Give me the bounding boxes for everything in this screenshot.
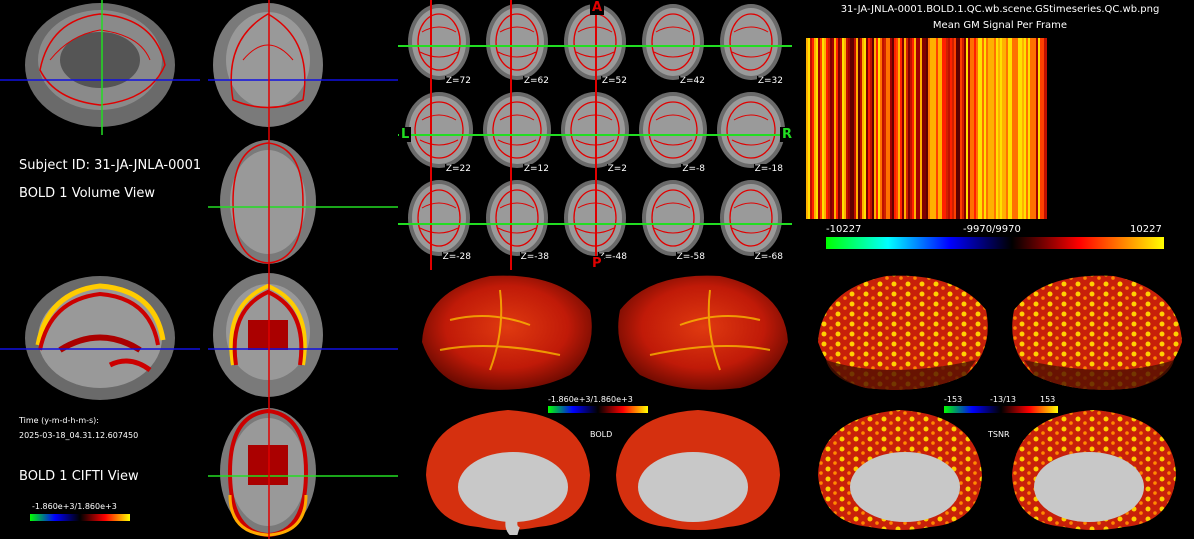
coronal-cifti-slice[interactable] [208, 270, 398, 405]
bold-medial-right-surface[interactable] [608, 405, 788, 535]
axial-tile-image [408, 4, 470, 80]
axial-tile[interactable]: Z=-38 [480, 178, 554, 262]
tsnr-medial-right-surface[interactable] [1004, 405, 1184, 535]
axial-tile-image [486, 180, 548, 256]
carpet-stripe [1044, 38, 1047, 219]
axial-tile[interactable]: Z=-58 [636, 178, 710, 262]
montage-crosshair-h1 [398, 45, 792, 47]
carpet-subtitle: Mean GM Signal Per Frame [932, 20, 1068, 31]
axial-z-label: Z=-38 [519, 252, 550, 262]
orient-posterior: P [590, 256, 604, 271]
time-value: 2025-03-18_04.31.12.607450 [19, 431, 139, 440]
tsnr-colorbar [944, 406, 1058, 413]
axial-tile-image [639, 92, 707, 168]
axial-z-label: Z=-58 [675, 252, 706, 262]
axial-z-label: Z=42 [678, 76, 706, 86]
axial-tile[interactable]: Z=-8 [636, 90, 710, 174]
axial-tile[interactable]: Z=62 [480, 2, 554, 86]
tsnr-label: TSNR [988, 430, 1010, 439]
orient-anterior: A [590, 0, 605, 15]
subject-id-label: Subject ID: 31-JA-JNLA-0001 [19, 158, 202, 173]
axial-tile-image [642, 180, 704, 256]
axial-slice-left[interactable] [208, 135, 398, 270]
time-label: Time (y-m-d-h-m-s): [19, 416, 99, 425]
axial-z-label: Z=-18 [753, 164, 784, 174]
axial-tile[interactable]: Z=12 [480, 90, 554, 174]
tsnr-max-label: 153 [1040, 395, 1056, 404]
bold-lateral-right-surface[interactable] [610, 270, 800, 400]
axial-z-label: Z=-8 [681, 164, 706, 174]
bold-colorbar-text: -1.860e+3/1.860e+3 [548, 395, 633, 404]
orient-left: L [399, 127, 412, 142]
coronal-slice-top[interactable] [208, 0, 398, 135]
axial-tile-image [720, 4, 782, 80]
axial-tile-image [486, 4, 548, 80]
axial-tile-image [717, 92, 785, 168]
bold-label: BOLD [590, 430, 613, 439]
axial-tile-image [483, 92, 551, 168]
orient-right: R [780, 127, 795, 142]
axial-tile-image [408, 180, 470, 256]
axial-z-label: Z=-68 [753, 252, 784, 262]
axial-tile[interactable]: Z=22 [402, 90, 476, 174]
axial-z-label: Z=72 [444, 76, 472, 86]
tsnr-mid-label: -13/13 [990, 395, 1016, 404]
axial-tile[interactable]: Z=42 [636, 2, 710, 86]
axial-tile[interactable]: Z=32 [714, 2, 788, 86]
carpet-colorbar [826, 237, 1164, 249]
carpet-title: 31-JA-JNLA-0001.BOLD.1.QC.wb.scene.GStim… [840, 4, 1160, 15]
montage-crosshair-h3 [398, 223, 792, 225]
bold-colorbar [548, 406, 648, 413]
cifti-view-label: BOLD 1 CIFTI View [19, 469, 139, 484]
cifti-colorbar-text: -1.860e+3/1.860e+3 [32, 502, 117, 511]
carpet-min-label: -10227 [826, 224, 862, 235]
axial-z-label: Z=22 [444, 164, 472, 174]
carpet-mid-label: -9970/9970 [963, 224, 1021, 235]
sagittal-cifti-slice[interactable] [0, 270, 200, 405]
carpet-max-label: 10227 [1130, 224, 1162, 235]
sagittal-slice-top[interactable] [0, 0, 200, 135]
axial-tile-image [720, 180, 782, 256]
axial-tile-image [642, 4, 704, 80]
axial-tile[interactable]: Z=-68 [714, 178, 788, 262]
axial-z-label: Z=-28 [441, 252, 472, 262]
axial-z-label: Z=62 [522, 76, 550, 86]
montage-crosshair-h2 [398, 134, 792, 136]
axial-tile[interactable]: Z=-28 [402, 178, 476, 262]
axial-cifti-slice[interactable] [208, 405, 398, 539]
axial-z-label: Z=2 [606, 164, 628, 174]
bold-lateral-left-surface[interactable] [410, 270, 600, 400]
axial-z-label: Z=52 [600, 76, 628, 86]
axial-tile-image [405, 92, 473, 168]
tsnr-medial-left-surface[interactable] [810, 405, 990, 535]
axial-z-label: Z=32 [756, 76, 784, 86]
gm-signal-carpet[interactable] [806, 38, 1047, 219]
axial-tile[interactable]: Z=72 [402, 2, 476, 86]
volume-view-label: BOLD 1 Volume View [19, 186, 156, 201]
tsnr-lateral-left-surface[interactable] [806, 270, 996, 400]
tsnr-lateral-right-surface[interactable] [1004, 270, 1194, 400]
axial-z-label: Z=12 [522, 164, 550, 174]
bold-medial-left-surface[interactable] [418, 405, 598, 535]
tsnr-min-label: -153 [944, 395, 963, 404]
axial-tile[interactable]: Z=-18 [714, 90, 788, 174]
cifti-colorbar [30, 514, 130, 521]
